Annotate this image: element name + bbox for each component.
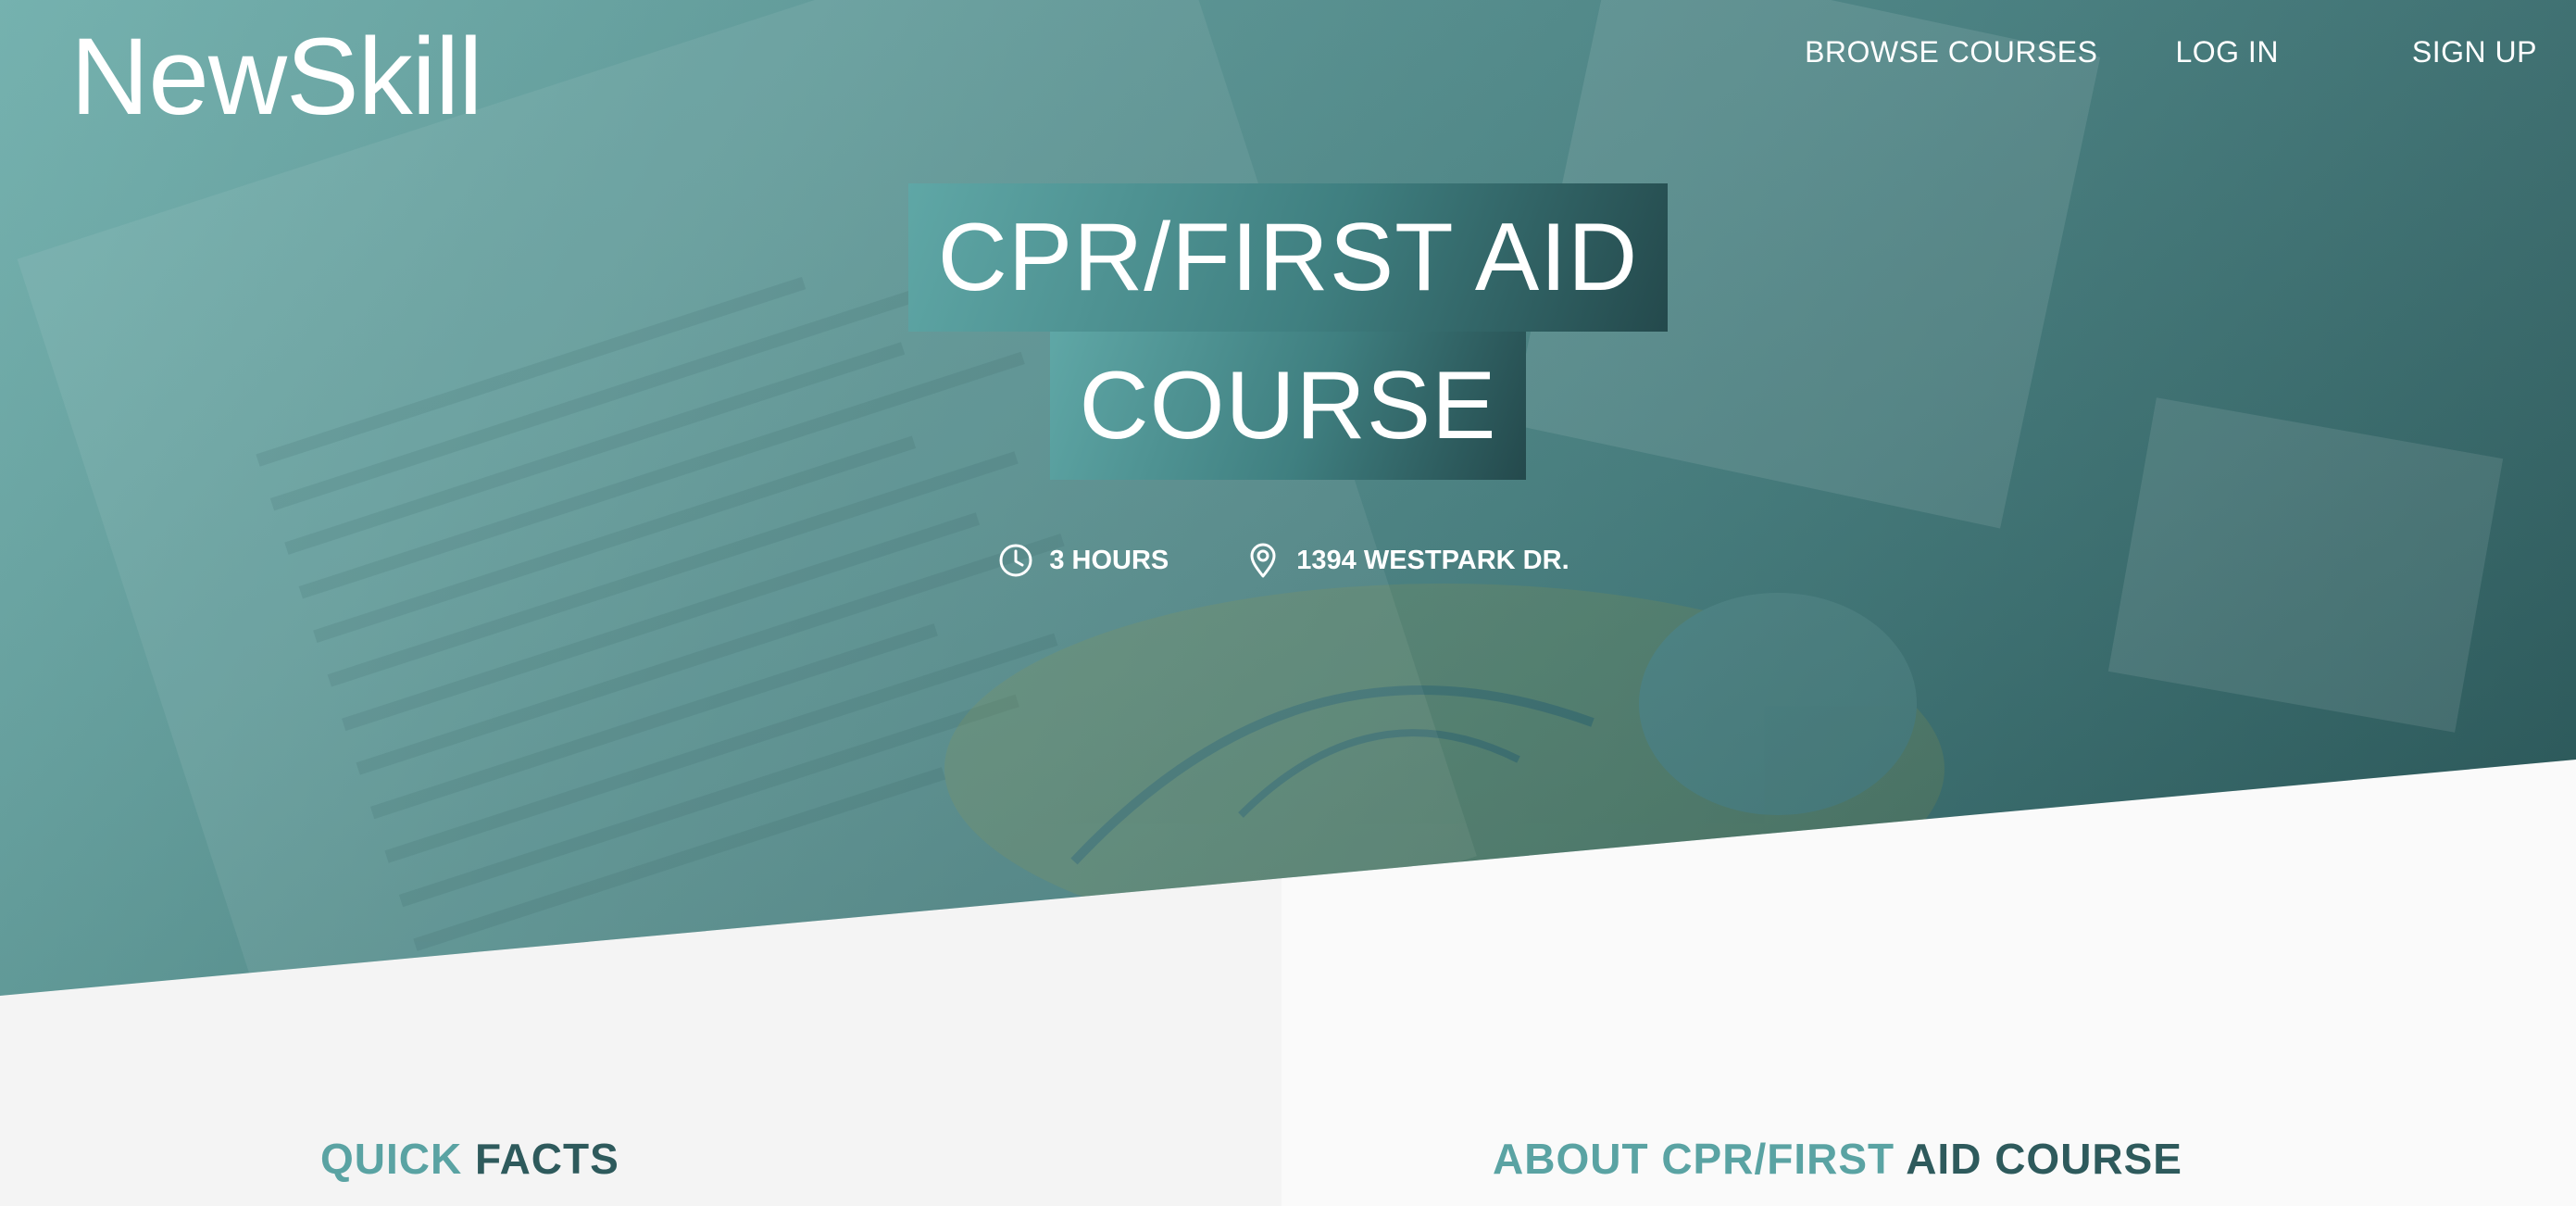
quick-facts-heading-word1: QUICK — [320, 1135, 463, 1183]
top-nav: BROWSE COURSES LOG IN SIGN UP — [1805, 33, 2537, 70]
course-duration-text: 3 HOURS — [1049, 546, 1169, 575]
about-heading-word2: CPR/FIRST — [1661, 1135, 1895, 1183]
nav-browse-courses[interactable]: BROWSE COURSES — [1805, 33, 2097, 70]
quick-facts-heading: QUICK FACTS — [320, 1132, 619, 1186]
nav-sign-up[interactable]: SIGN UP — [2412, 33, 2537, 70]
course-duration: 3 HOURS — [997, 537, 1169, 584]
course-title: CPR/FIRST AID COURSE — [0, 183, 2576, 480]
quick-facts-heading-word2: FACTS — [475, 1135, 619, 1183]
about-heading-word1: ABOUT — [1493, 1135, 1649, 1183]
course-title-line-2: COURSE — [1049, 332, 1527, 480]
course-location-text: 1394 WESTPARK DR. — [1296, 546, 1569, 575]
nav-log-in[interactable]: LOG IN — [2175, 33, 2278, 70]
about-heading: ABOUT CPR/FIRST AID COURSE — [1493, 1132, 2182, 1186]
clock-icon — [997, 542, 1034, 579]
course-location: 1394 WESTPARK DR. — [1244, 537, 1569, 584]
course-meta: 3 HOURS 1394 WESTPARK DR. — [0, 537, 2576, 584]
course-page: NewSkill BROWSE COURSES LOG IN SIGN UP C… — [0, 0, 2576, 1206]
course-title-line-1: CPR/FIRST AID — [907, 183, 1669, 332]
brand-logo[interactable]: NewSkill — [70, 17, 482, 137]
map-pin-icon — [1244, 542, 1282, 579]
about-heading-word3: AID COURSE — [1906, 1135, 2182, 1183]
